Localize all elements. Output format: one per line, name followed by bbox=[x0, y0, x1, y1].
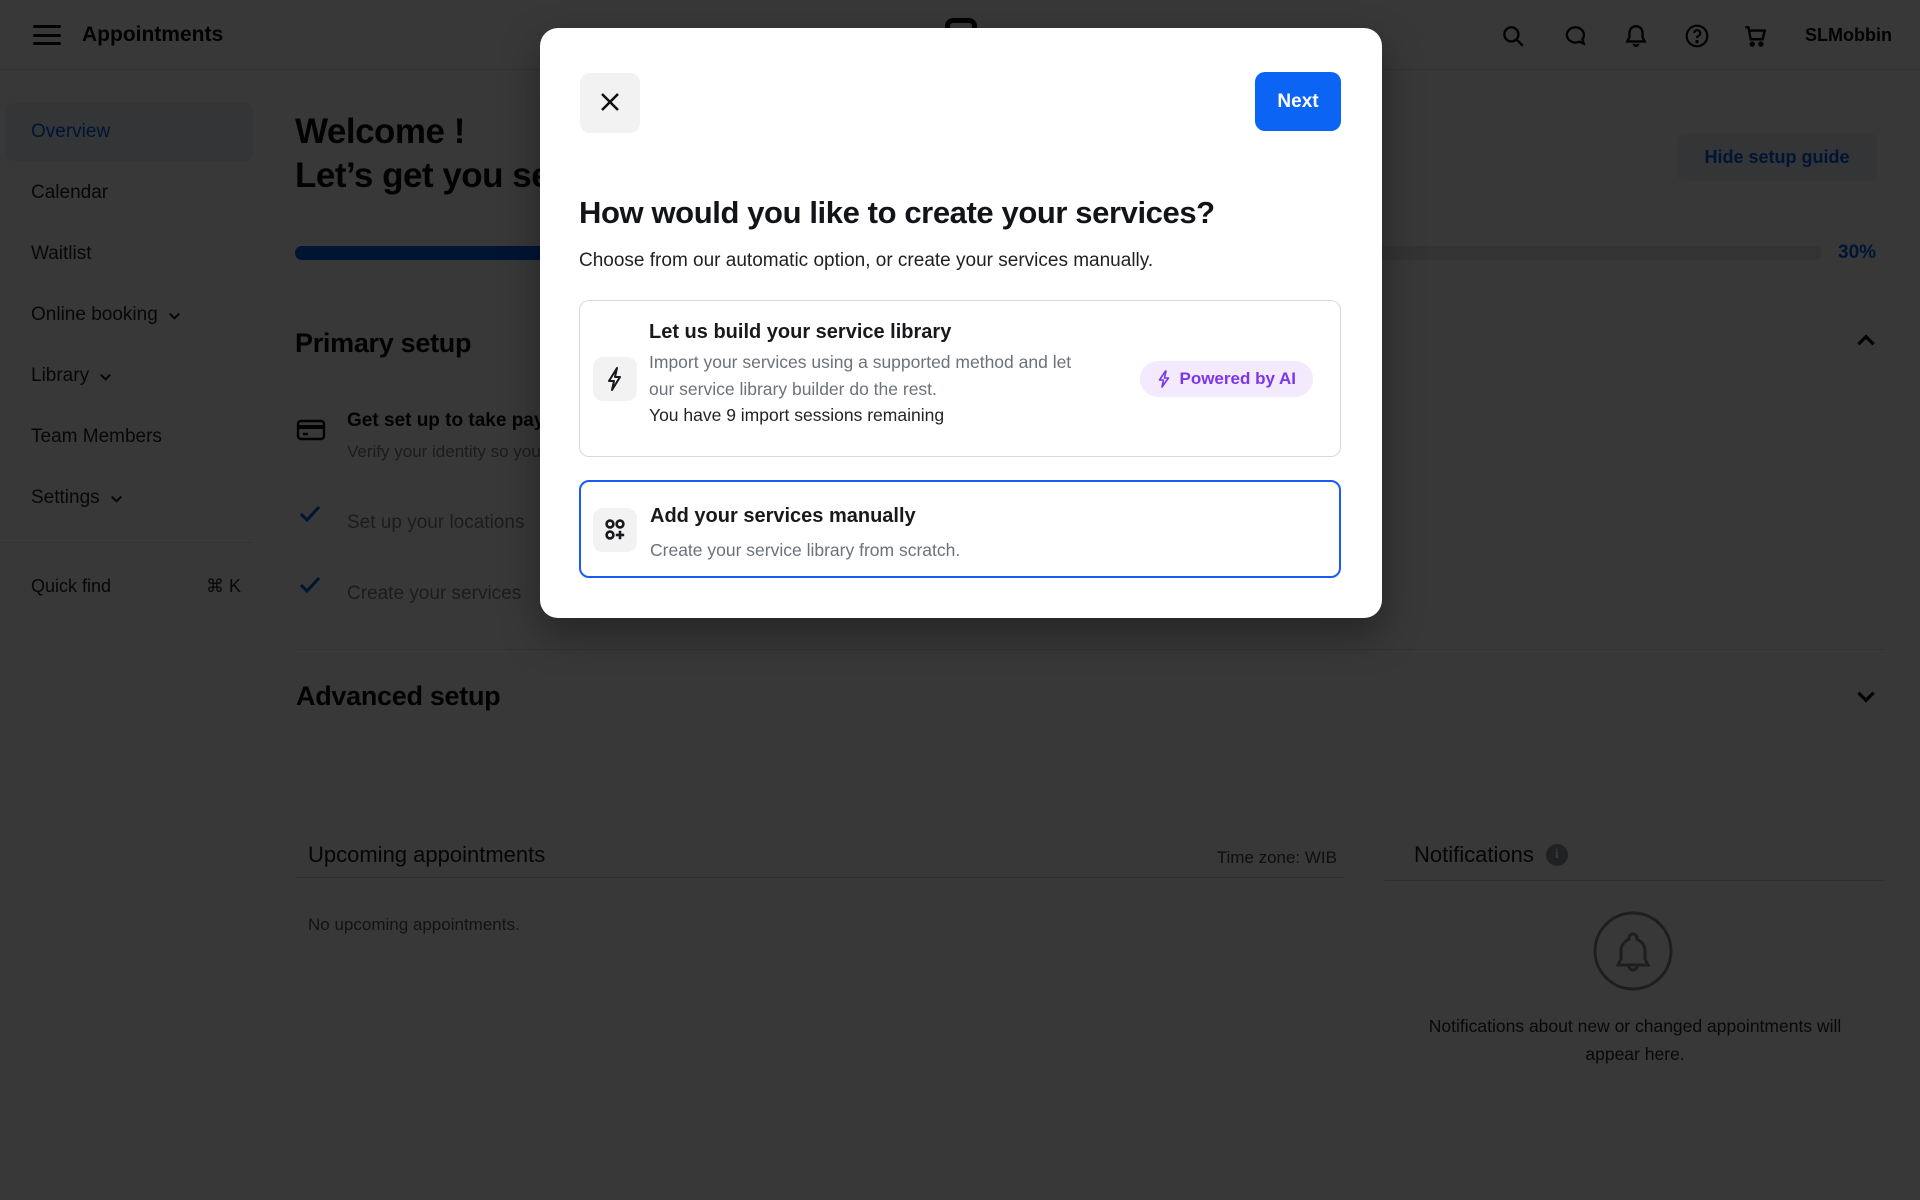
modal-subheading: Choose from our automatic option, or cre… bbox=[579, 250, 1154, 271]
modal-heading: How would you like to create your servic… bbox=[579, 195, 1215, 230]
powered-by-ai-badge: Powered by AI bbox=[1140, 361, 1313, 397]
option-card-add-manually-selected[interactable]: Add your services manually Create your s… bbox=[579, 480, 1341, 578]
lightning-bolt-icon bbox=[593, 357, 637, 401]
close-button[interactable] bbox=[580, 73, 640, 133]
option-manual-title: Add your services manually bbox=[650, 505, 916, 527]
option-manual-body: Create your service library from scratch… bbox=[650, 540, 961, 560]
option-ai-sessions-remaining: You have 9 import sessions remaining bbox=[649, 405, 945, 425]
badge-bolt-icon bbox=[1159, 370, 1170, 388]
grid-plus-icon bbox=[593, 508, 637, 552]
close-x-icon bbox=[599, 91, 621, 116]
option-ai-title: Let us build your service library bbox=[649, 321, 952, 343]
next-button[interactable]: Next bbox=[1255, 72, 1341, 131]
option-card-ai-build-library[interactable]: Let us build your service library Import… bbox=[579, 300, 1341, 457]
option-ai-body: Import your services using a supported m… bbox=[649, 352, 1072, 399]
create-services-modal: Next How would you like to create your s… bbox=[540, 28, 1382, 618]
app-root: Appointments SLMobbin Overview Calendar bbox=[0, 0, 1920, 1200]
